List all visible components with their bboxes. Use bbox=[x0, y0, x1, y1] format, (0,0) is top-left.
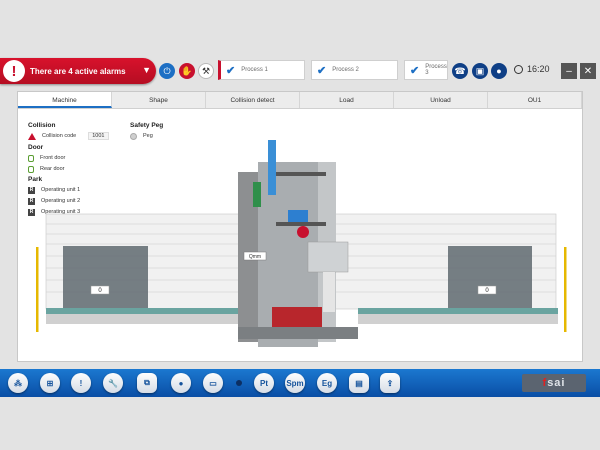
park-unit-label: Operating unit 3 bbox=[41, 209, 81, 215]
park-unit-label: Operating unit 1 bbox=[41, 187, 81, 193]
close-button[interactable]: ✕ bbox=[580, 63, 596, 79]
collision-label: Collision code bbox=[42, 133, 77, 139]
collision-code: 1001 bbox=[88, 132, 109, 140]
safety-peg-section: Safety Peg Peg bbox=[130, 122, 163, 143]
alarm-icon: ! bbox=[3, 60, 25, 82]
right-panel bbox=[448, 246, 532, 310]
process-1-slot[interactable]: ✔ Process 1 bbox=[218, 60, 305, 80]
page-indicator bbox=[236, 380, 242, 386]
tools-icon[interactable]: ⚒ bbox=[198, 63, 214, 79]
peg-label: Peg bbox=[143, 133, 153, 139]
park-row: R Operating unit 3 bbox=[28, 208, 148, 216]
spm-button[interactable]: Spm bbox=[285, 373, 305, 393]
tab-collision-detect[interactable]: Collision detect bbox=[206, 92, 300, 108]
briefcase-icon[interactable]: ▣ bbox=[472, 63, 488, 79]
tab-shape[interactable]: Shape bbox=[112, 92, 206, 108]
machine-tower: Qmm bbox=[238, 140, 358, 347]
machine-view-icon[interactable]: ⧉ bbox=[137, 373, 157, 393]
unit-icon: R bbox=[28, 197, 35, 205]
user-icon[interactable]: ● bbox=[491, 63, 507, 79]
park-unit-label: Operating unit 2 bbox=[41, 198, 81, 204]
emergency-icon[interactable]: ✋ bbox=[179, 63, 195, 79]
top-bar: ! There are 4 active alarms ▼ ⏻ ✋ ⚒ ✔ Pr… bbox=[0, 58, 600, 84]
tab-machine[interactable]: Machine bbox=[18, 92, 112, 108]
brand-logo: f sai bbox=[522, 374, 586, 392]
phone-icon[interactable]: ☎ bbox=[452, 63, 468, 79]
rear-door-row: Rear door bbox=[28, 165, 148, 173]
pt-button[interactable]: Pt bbox=[254, 373, 274, 393]
main-panel: Machine Shape Collision detect Load Unlo… bbox=[17, 91, 583, 362]
clock-time: 16:20 bbox=[527, 64, 550, 74]
tower-badge: Qmm bbox=[249, 254, 261, 260]
park-row: R Operating unit 1 bbox=[28, 186, 148, 194]
process-3-slot[interactable]: ✔ Process 3 bbox=[404, 60, 448, 80]
check-icon: ✔ bbox=[317, 64, 327, 77]
minimize-button[interactable]: – bbox=[561, 63, 577, 79]
peg-row: Peg bbox=[130, 132, 163, 140]
rear-door-label: Rear door bbox=[40, 166, 65, 172]
eg-button[interactable]: Eg bbox=[317, 373, 337, 393]
process-label: Process 1 bbox=[241, 67, 268, 73]
front-door-label: Front door bbox=[40, 155, 66, 161]
tab-load[interactable]: Load bbox=[300, 92, 394, 108]
lock-icon bbox=[28, 165, 34, 173]
alarm-text: There are 4 active alarms bbox=[30, 66, 126, 76]
power-icon[interactable]: ⏻ bbox=[159, 63, 175, 79]
chevron-down-icon[interactable]: ▼ bbox=[142, 65, 151, 75]
door-title: Door bbox=[28, 144, 44, 151]
alarm-button-icon[interactable]: ! bbox=[71, 373, 91, 393]
tab-unload[interactable]: Unload bbox=[394, 92, 488, 108]
safety-peg-title: Safety Peg bbox=[130, 122, 164, 129]
peg-status-icon bbox=[130, 132, 137, 140]
tab-bar: Machine Shape Collision detect Load Unlo… bbox=[18, 92, 582, 109]
tab-ou1[interactable]: OU1 bbox=[488, 92, 582, 108]
left-panel bbox=[63, 246, 148, 310]
wrench-icon[interactable]: 🔧 bbox=[103, 373, 123, 393]
alarm-banner[interactable]: ! There are 4 active alarms ▼ bbox=[0, 58, 156, 84]
park-row: R Operating unit 2 bbox=[28, 197, 148, 205]
check-icon: ✔ bbox=[226, 64, 236, 77]
clock-icon bbox=[514, 64, 523, 74]
document-icon[interactable]: ▤ bbox=[349, 373, 369, 393]
export-icon[interactable]: ⇪ bbox=[380, 373, 400, 393]
warning-icon bbox=[28, 132, 36, 140]
park-title: Park bbox=[28, 176, 43, 183]
process-label: Process 3 bbox=[425, 64, 447, 76]
process-label: Process 2 bbox=[332, 67, 359, 73]
check-icon: ✔ bbox=[410, 64, 420, 77]
lock-icon bbox=[28, 154, 34, 162]
unit-icon: R bbox=[28, 208, 35, 216]
unit-icon: R bbox=[28, 186, 35, 194]
dashboard-icon[interactable]: ⊞ bbox=[40, 373, 60, 393]
front-door-row: Front door bbox=[28, 154, 148, 162]
process-2-slot[interactable]: ✔ Process 2 bbox=[311, 60, 398, 80]
bottom-dock: ⁂ ⊞ ! 🔧 ⧉ ● ▭ Pt Spm Eg ▤ ⇪ f sai bbox=[0, 369, 600, 397]
operator-icon[interactable]: ● bbox=[171, 373, 191, 393]
logo-text: sai bbox=[547, 377, 566, 389]
clock: 16:20 bbox=[514, 64, 550, 74]
network-icon[interactable]: ⁂ bbox=[8, 373, 28, 393]
monitor-icon[interactable]: ▭ bbox=[203, 373, 223, 393]
